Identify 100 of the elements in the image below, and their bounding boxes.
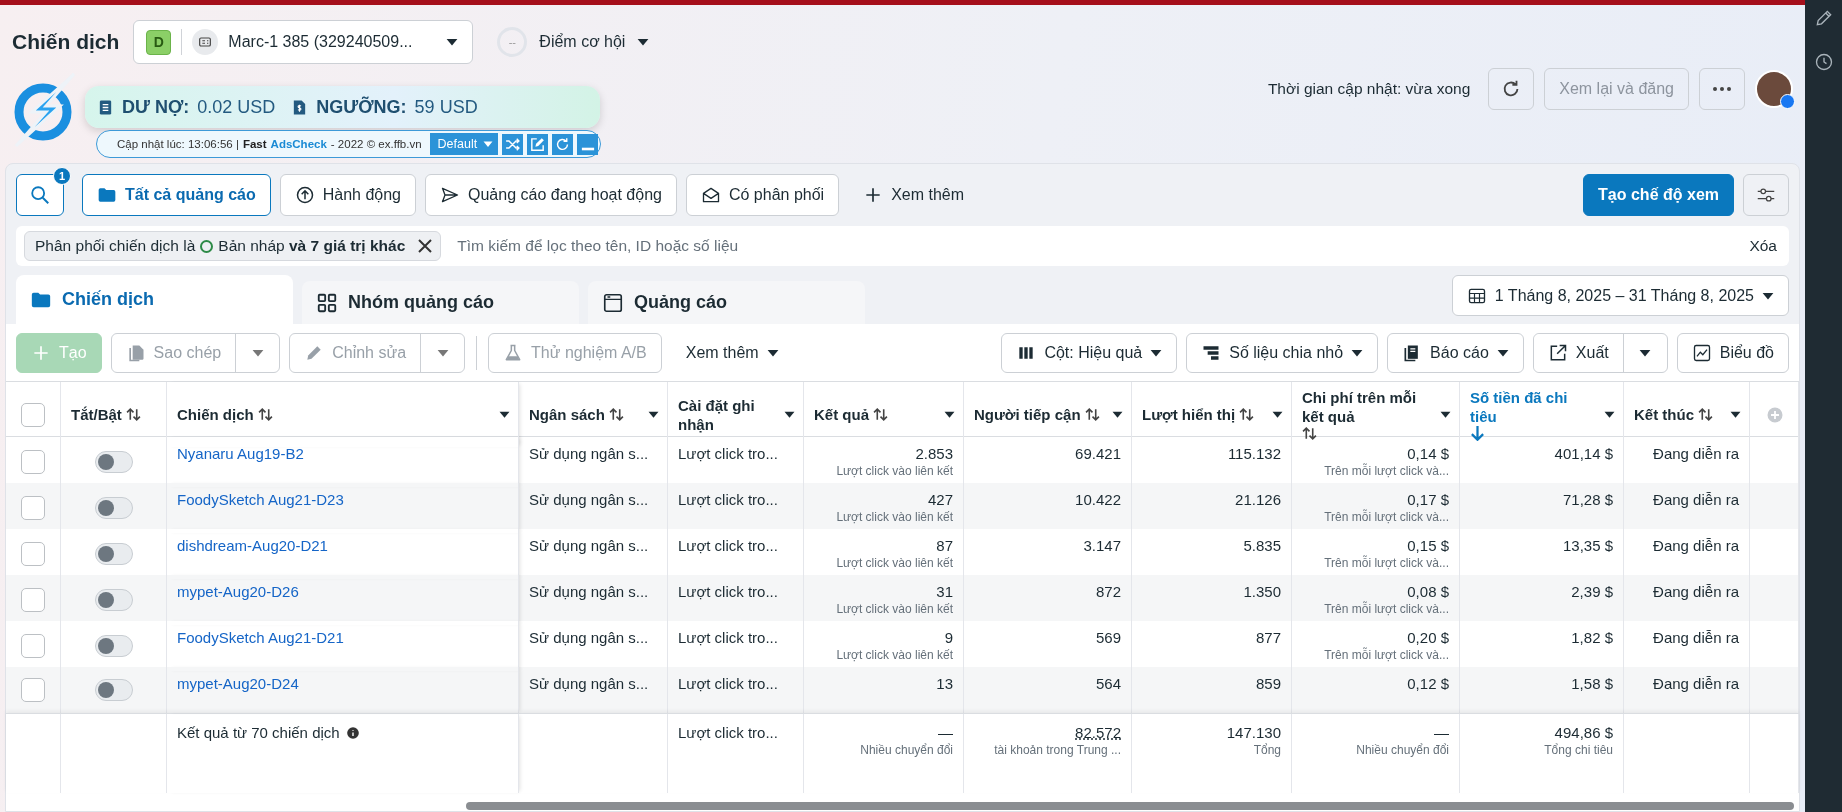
campaign-link[interactable]: FoodySketch Aug21-D21 [177,629,344,646]
horizontal-scrollbar[interactable] [466,802,1794,810]
sort-icon[interactable] [257,407,273,422]
filter-preset-button[interactable]: Hành động [279,174,416,216]
row-checkbox[interactable] [21,496,45,520]
campaign-link[interactable]: Nyanaru Aug19-B2 [177,445,304,462]
refresh-button[interactable] [552,133,574,155]
sort-icon[interactable] [1698,407,1713,422]
toggle-switch[interactable] [94,543,133,565]
table-cell: Lượt click tro... [678,491,778,508]
cell-caption: Tổng chi tiêu [1544,743,1613,758]
sort-icon[interactable] [125,407,141,422]
campaign-link[interactable]: mypet-Aug20-D24 [177,675,299,692]
column-header[interactable]: Kết thúc [1634,405,1694,424]
caret-icon[interactable] [648,411,659,418]
count-badge: 1 [53,167,71,185]
refresh-button[interactable] [1488,68,1535,110]
caret-icon[interactable] [1272,411,1283,418]
cell-caption: Nhiều chuyển đổi [860,743,953,758]
column-header[interactable]: Ngân sách [529,405,605,424]
filter-preset-button[interactable]: Quảng cáo đang hoạt động [425,174,677,216]
results-summary: Kết quả từ 70 chiến dịch [177,724,340,741]
filter-preset-button[interactable]: Tất cả quảng cáo [82,174,271,216]
avatar[interactable] [1755,70,1793,108]
cell-caption: Lượt click vào liên kết [836,510,953,525]
column-header[interactable]: Kết quả [814,405,869,424]
create-view-button[interactable]: Tạo chế độ xem [1583,174,1734,216]
column-header[interactable]: Số tiền đã chi tiêu [1470,388,1598,426]
campaign-link[interactable]: FoodySketch Aug21-D23 [177,491,344,508]
cell-caption: Trên mỗi lượt click và... [1324,556,1449,571]
row-checkbox[interactable] [21,634,45,658]
sort-icon[interactable] [1084,407,1100,422]
dropdown-button[interactable]: Số liệu chia nhỏ [1186,332,1379,373]
caret-icon[interactable] [1112,411,1123,418]
table-cell: 31 [936,583,953,600]
action-button[interactable]: Biểu đồ [1676,332,1789,373]
caret-icon[interactable] [944,411,955,418]
table-cell: Lượt click tro... [678,629,778,646]
filter-preset-button[interactable]: Xem thêm [848,174,980,216]
select-all-checkbox[interactable] [21,402,45,427]
minimize-button[interactable] [577,133,599,155]
cell-caption: Trên mỗi lượt click và... [1324,464,1449,479]
grid-icon [316,291,338,314]
level-tab[interactable]: Chiến dịch [16,275,293,324]
column-header[interactable]: Chi phí trên mỗi kết quả [1302,388,1434,426]
table-cell: 13,35 $ [1562,537,1613,554]
threshold-value: 59 USD [414,96,478,118]
column-header[interactable]: Chiến dịch [177,405,254,424]
caret-icon[interactable] [1440,411,1451,418]
pencil-icon [1813,8,1834,28]
dropdown-button[interactable]: Báo cáo [1387,332,1524,373]
table-cell: 1,58 $ [1571,675,1613,692]
sort-icon[interactable] [873,407,888,422]
table-cell: 1,82 $ [1571,629,1613,646]
close-icon[interactable] [418,239,433,253]
sort-icon[interactable] [1302,426,1317,441]
table-cell: 82.572 [1075,724,1121,741]
row-checkbox[interactable] [21,588,45,612]
shuffle-button[interactable] [502,133,524,155]
settings-button[interactable] [1743,174,1789,216]
column-header[interactable]: Người tiếp cận [974,405,1081,424]
filter-chip[interactable]: Phân phối chiến dịch là Bản nháp và 7 giá trị khác [24,231,442,261]
campaign-link[interactable]: dishdream-Aug20-D21 [177,537,328,554]
sort-icon[interactable] [1239,407,1255,422]
toggle-switch[interactable] [94,679,133,701]
toggle-switch[interactable] [94,635,133,657]
table-cell: Lượt click tro... [678,675,778,692]
level-tab[interactable]: Nhóm quảng cáo [302,281,579,324]
search-button[interactable] [16,174,64,216]
edit-button[interactable] [527,133,549,155]
opportunity-score-menu[interactable]: Điểm cơ hội [539,33,626,51]
row-checkbox[interactable] [21,542,45,566]
table-cell: Sử dụng ngân s... [529,675,649,692]
sort-icon[interactable] [608,407,624,422]
row-checkbox[interactable] [21,678,45,702]
dropdown-button[interactable]: Cột: Hiệu quả [1001,332,1178,373]
level-tab[interactable]: Quảng cáo [588,281,865,324]
caret-icon [446,38,459,46]
caret-icon[interactable] [637,38,650,46]
card-icon [192,29,219,55]
table-cell: Sử dụng ngân s... [529,629,649,646]
toggle-switch[interactable] [94,451,133,473]
clear-link[interactable]: Xóa [1745,237,1781,255]
caret-icon[interactable] [1730,411,1741,418]
column-header[interactable]: Tắt/Bật [71,405,122,424]
toggle-switch[interactable] [94,497,133,519]
column-header[interactable]: Lượt hiển thị [1142,405,1236,424]
filter-preset-button[interactable]: Có phân phối [685,174,840,216]
date-range-picker[interactable]: 1 Tháng 8, 2025 – 31 Tháng 8, 2025 [1451,275,1789,316]
toggle-switch[interactable] [94,589,133,611]
row-checkbox[interactable] [21,450,45,474]
account-selector[interactable]: D Marc-1 385 (329240509... [133,20,474,64]
campaign-link[interactable]: mypet-Aug20-D26 [177,583,299,600]
caret-icon[interactable] [784,411,795,418]
sort-descending-icon[interactable] [1470,426,1485,441]
caret-icon[interactable] [499,411,510,418]
caret-icon[interactable] [1604,411,1615,418]
caret-icon [436,348,449,357]
column-header[interactable]: Cài đặt ghi nhận [678,395,778,434]
search-field[interactable]: Phân phối chiến dịch là Bản nháp và 7 giá trị khác Tìm kiếm để lọc theo tên, ID hoặc số liệu Xóa [16,226,1789,266]
